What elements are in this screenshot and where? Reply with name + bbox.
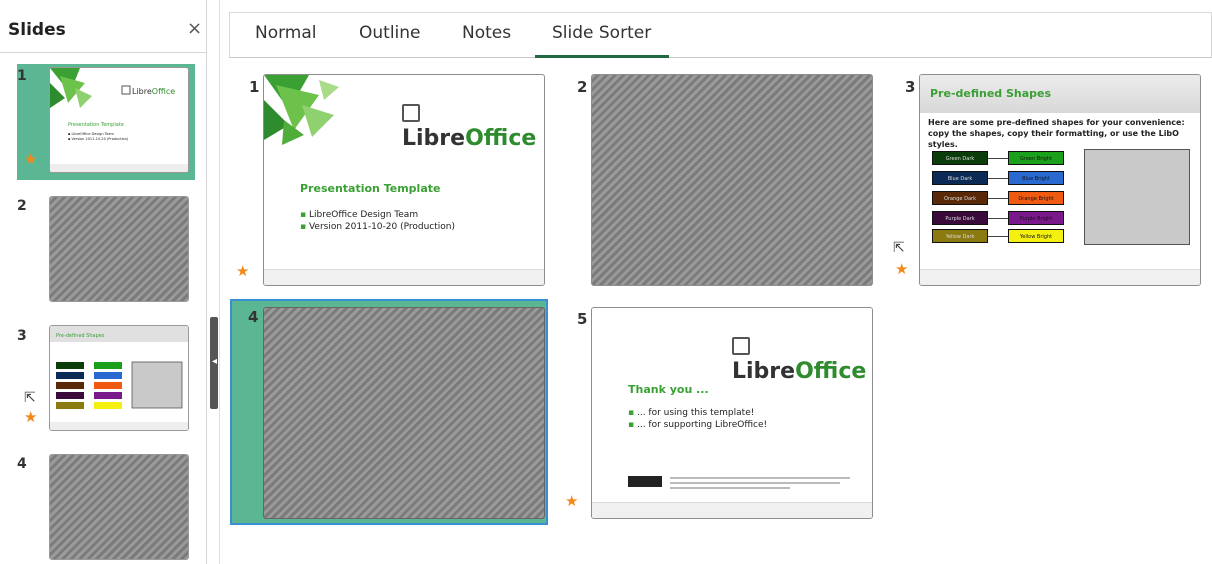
libreoffice-logo-icon — [732, 337, 750, 355]
slide-number: 3 — [905, 78, 916, 96]
libreoffice-logo: LibreOffice — [402, 101, 544, 151]
slides-pane: Slides × 1 LibreOffice Presentation Temp… — [0, 0, 207, 564]
slide-number: 3 — [17, 328, 27, 344]
pane-splitter[interactable] — [208, 0, 220, 564]
connector — [988, 198, 1008, 199]
slide-number: 1 — [249, 78, 260, 96]
svg-text:▪ Version 2011-10-20 (Producti: ▪ Version 2011-10-20 (Production) — [68, 137, 129, 141]
libreoffice-logo: LibreOffice — [732, 334, 872, 384]
slide-footer — [264, 269, 544, 285]
shape-right: Yellow Bright — [1008, 229, 1064, 243]
shape-left: Green Dark — [932, 151, 988, 165]
custom-animation-icon: ★ — [895, 260, 909, 278]
slide-number: 4 — [17, 456, 27, 472]
slide-footer — [592, 502, 872, 518]
bullet-item: LibreOffice Design Team — [300, 210, 418, 220]
slide-thumbnail[interactable] — [49, 454, 189, 560]
slide-title: Thank you ... — [628, 383, 709, 396]
slide-5[interactable]: LibreOffice Thank you ... ... for using … — [591, 307, 873, 519]
logo-text-libre: Libre — [732, 359, 796, 384]
license-text-lines — [670, 477, 850, 489]
tab-outline[interactable]: Outline — [359, 23, 421, 43]
slide-4[interactable] — [263, 307, 545, 519]
active-tab-indicator — [535, 55, 669, 58]
slide-sorter-window: Slides × 1 LibreOffice Presentation Temp… — [0, 0, 1212, 564]
connector — [988, 218, 1008, 219]
slide-thumbnail[interactable]: LibreOffice Presentation Template ▪ Libr… — [49, 67, 189, 173]
logo-text-libre: Libre — [402, 126, 466, 151]
slide-title: Presentation Template — [300, 182, 441, 195]
logo-text-office: Office — [465, 126, 537, 151]
custom-animation-icon: ★ — [565, 492, 579, 510]
collapse-arrow-icon: ◂ — [212, 356, 218, 367]
leaf-decoration — [264, 75, 339, 145]
slide-number: 4 — [248, 308, 259, 326]
svg-text:Presentation Template: Presentation Template — [68, 122, 124, 128]
shape-left: Blue Dark — [932, 171, 988, 185]
slide-body-text: Here are some pre-defined shapes for you… — [928, 118, 1185, 149]
svg-text:▪ LibreOffice Design Team: ▪ LibreOffice Design Team — [68, 132, 115, 136]
cursor-icon: ⇱ — [893, 240, 905, 256]
slide-number: 5 — [577, 310, 588, 328]
slides-pane-title: Slides — [8, 20, 66, 40]
slide-thumbnail[interactable] — [49, 196, 189, 302]
tab-notes[interactable]: Notes — [462, 23, 511, 43]
tab-slide-sorter[interactable]: Slide Sorter — [552, 23, 651, 43]
shape-right: Blue Bright — [1008, 171, 1064, 185]
tab-normal[interactable]: Normal — [255, 23, 317, 43]
close-icon[interactable]: × — [187, 18, 202, 39]
bullet-item: ... for using this template! — [628, 408, 754, 418]
custom-animation-icon: ★ — [24, 150, 38, 168]
shape-left: Purple Dark — [932, 211, 988, 225]
slide-title: Pre-defined Shapes — [930, 87, 1052, 100]
slide-footer — [920, 269, 1200, 285]
connector — [988, 158, 1008, 159]
slide-number: 1 — [17, 68, 27, 84]
slide-thumbnail-art: LibreOffice Presentation Template ▪ Libr… — [50, 68, 188, 172]
slide-thumbnail[interactable]: Pre-defined Shapes — [49, 325, 189, 431]
slide-number: 2 — [17, 198, 27, 214]
shape-right: Orange Bright — [1008, 191, 1064, 205]
svg-text:LibreOffice: LibreOffice — [132, 87, 175, 96]
libreoffice-logo-icon — [402, 104, 420, 122]
custom-animation-icon: ★ — [236, 262, 250, 280]
code-box — [1084, 149, 1190, 245]
bullet-item: ... for supporting LibreOffice! — [628, 420, 767, 430]
shape-right: Green Bright — [1008, 151, 1064, 165]
bullet-item: Version 2011-10-20 (Production) — [300, 222, 455, 232]
slide-2[interactable] — [591, 74, 873, 286]
slide-number: 2 — [577, 78, 588, 96]
logo-text-office: Office — [795, 359, 867, 384]
slide-3[interactable]: Pre-defined Shapes Here are some pre-def… — [919, 74, 1201, 286]
shape-right: Purple Bright — [1008, 211, 1064, 225]
svg-text:Pre-defined Shapes: Pre-defined Shapes — [56, 333, 105, 339]
connector — [988, 178, 1008, 179]
slide-1[interactable]: LibreOffice Presentation Template LibreO… — [263, 74, 545, 286]
shape-left: Orange Dark — [932, 191, 988, 205]
connector — [988, 236, 1008, 237]
pane-divider — [0, 52, 206, 53]
license-badge — [628, 476, 662, 487]
shape-left: Yellow Dark — [932, 229, 988, 243]
slide-thumbnail-art: Pre-defined Shapes — [50, 326, 188, 430]
custom-animation-icon: ★ — [24, 408, 38, 426]
cursor-icon: ⇱ — [24, 390, 36, 406]
